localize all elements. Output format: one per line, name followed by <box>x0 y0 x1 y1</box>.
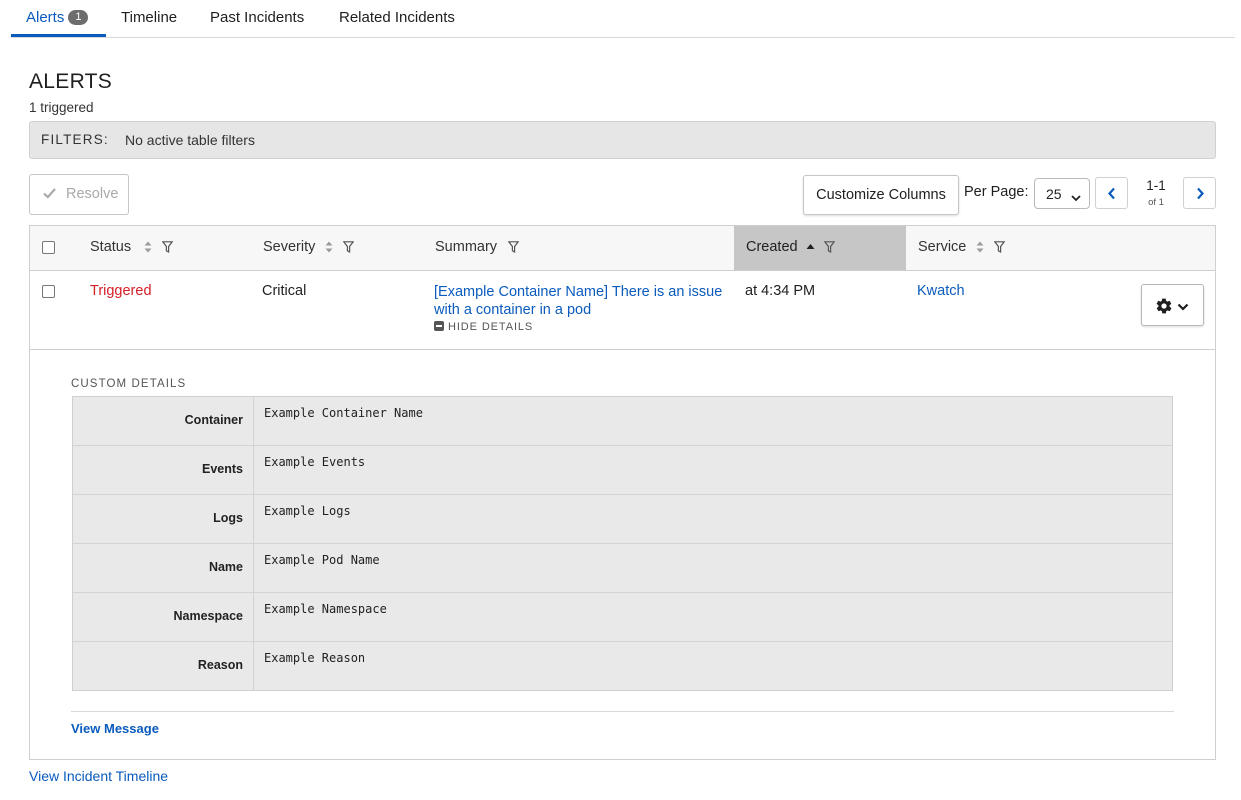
details-key: Logs <box>73 495 254 543</box>
details-value: Example Container Name <box>264 406 423 420</box>
details-value: Example Events <box>264 455 366 469</box>
filter-icon <box>162 241 173 253</box>
tab-past-incidents[interactable]: Past Incidents <box>210 9 304 26</box>
per-page-label: Per Page: <box>964 184 1029 200</box>
custom-details-label: CUSTOM DETAILS <box>71 378 187 390</box>
status-value: Triggered <box>90 283 152 299</box>
column-label-status: Status <box>90 239 132 255</box>
table-header: Status Severity Summary Created Service <box>30 226 1215 271</box>
details-row: Reason Example Reason <box>73 642 1172 690</box>
column-label-service: Service <box>918 239 967 255</box>
summary-link[interactable]: [Example Container Name] There is an iss… <box>434 283 729 319</box>
active-tab-indicator <box>11 34 106 37</box>
tab-bar: Alerts 1 Timeline Past Incidents Related … <box>11 0 1235 38</box>
column-header-status[interactable]: Status <box>78 226 250 270</box>
alerts-table: Status Severity Summary Created Service … <box>29 225 1216 760</box>
per-page-value: 25 <box>1046 186 1062 202</box>
details-value: Example Namespace <box>264 602 387 616</box>
hide-details-toggle[interactable]: HIDE DETAILS <box>434 321 533 333</box>
details-value: Example Pod Name <box>264 553 380 567</box>
tab-alerts[interactable]: Alerts 1 <box>26 9 89 26</box>
sort-ascending-icon <box>806 244 815 249</box>
filter-icon <box>994 241 1005 253</box>
column-header-severity[interactable]: Severity <box>250 226 422 270</box>
triggered-count: 1 triggered <box>29 100 94 115</box>
column-label-summary: Summary <box>435 239 498 255</box>
chevron-right-icon <box>1197 187 1204 200</box>
tab-alerts-label: Alerts <box>26 9 65 26</box>
chevron-down-icon <box>1071 189 1081 205</box>
details-divider <box>71 711 1174 712</box>
tab-related-incidents[interactable]: Related Incidents <box>339 9 455 26</box>
column-label-severity: Severity <box>263 239 316 255</box>
table-row: Triggered Critical [Example Container Na… <box>30 271 1215 350</box>
check-icon <box>43 187 56 203</box>
details-row: Container Example Container Name <box>73 397 1172 446</box>
customize-columns-label: Customize Columns <box>816 187 946 203</box>
page-title: ALERTS <box>29 70 113 93</box>
filter-icon <box>343 241 354 253</box>
page-range: 1-1 <box>1146 178 1166 193</box>
details-row: Events Example Events <box>73 446 1172 495</box>
details-row: Logs Example Logs <box>73 495 1172 544</box>
customize-columns-button[interactable]: Customize Columns <box>803 175 959 215</box>
details-row: Name Example Pod Name <box>73 544 1172 593</box>
select-all-checkbox[interactable] <box>42 241 55 254</box>
view-message-link[interactable]: View Message <box>71 721 159 736</box>
severity-value: Critical <box>262 283 307 299</box>
tab-timeline[interactable]: Timeline <box>121 9 177 26</box>
custom-details-table: Container Example Container Name Events … <box>72 396 1173 691</box>
details-key: Events <box>73 446 254 494</box>
per-page-select[interactable]: 25 <box>1034 178 1090 209</box>
sort-icon <box>144 241 152 253</box>
alerts-count-badge: 1 <box>68 10 89 25</box>
column-header-created[interactable]: Created <box>734 226 906 270</box>
details-key: Namespace <box>73 593 254 641</box>
column-header-service[interactable]: Service <box>906 226 1215 270</box>
gear-icon <box>1156 298 1172 314</box>
sort-icon <box>325 241 333 253</box>
previous-page-button[interactable] <box>1095 177 1128 209</box>
filter-icon <box>824 241 835 253</box>
details-value: Example Reason <box>264 651 366 665</box>
filters-value: No active table filters <box>125 132 255 148</box>
filters-label: FILTERS: <box>41 132 109 147</box>
view-incident-timeline-link[interactable]: View Incident Timeline <box>29 768 168 784</box>
details-row: Namespace Example Namespace <box>73 593 1172 642</box>
page-of: of 1 <box>1148 197 1164 208</box>
hide-details-label: HIDE DETAILS <box>448 321 534 333</box>
column-header-summary[interactable]: Summary <box>422 226 734 270</box>
minus-icon <box>434 321 444 331</box>
row-checkbox[interactable] <box>42 285 55 298</box>
row-actions-button[interactable] <box>1141 284 1204 326</box>
resolve-label: Resolve <box>66 186 119 202</box>
filters-bar: FILTERS: No active table filters <box>29 121 1216 159</box>
details-key: Reason <box>73 642 254 690</box>
next-page-button[interactable] <box>1183 177 1216 209</box>
sort-icon <box>976 241 984 253</box>
details-key: Name <box>73 544 254 592</box>
service-link[interactable]: Kwatch <box>917 283 965 299</box>
created-value: at 4:34 PM <box>745 283 816 299</box>
details-key: Container <box>73 397 254 445</box>
resolve-button[interactable]: Resolve <box>29 174 129 215</box>
filter-icon <box>508 241 519 253</box>
column-label-created: Created <box>746 239 798 255</box>
chevron-down-icon <box>1177 303 1189 311</box>
chevron-left-icon <box>1108 187 1115 200</box>
details-value: Example Logs <box>264 504 351 518</box>
